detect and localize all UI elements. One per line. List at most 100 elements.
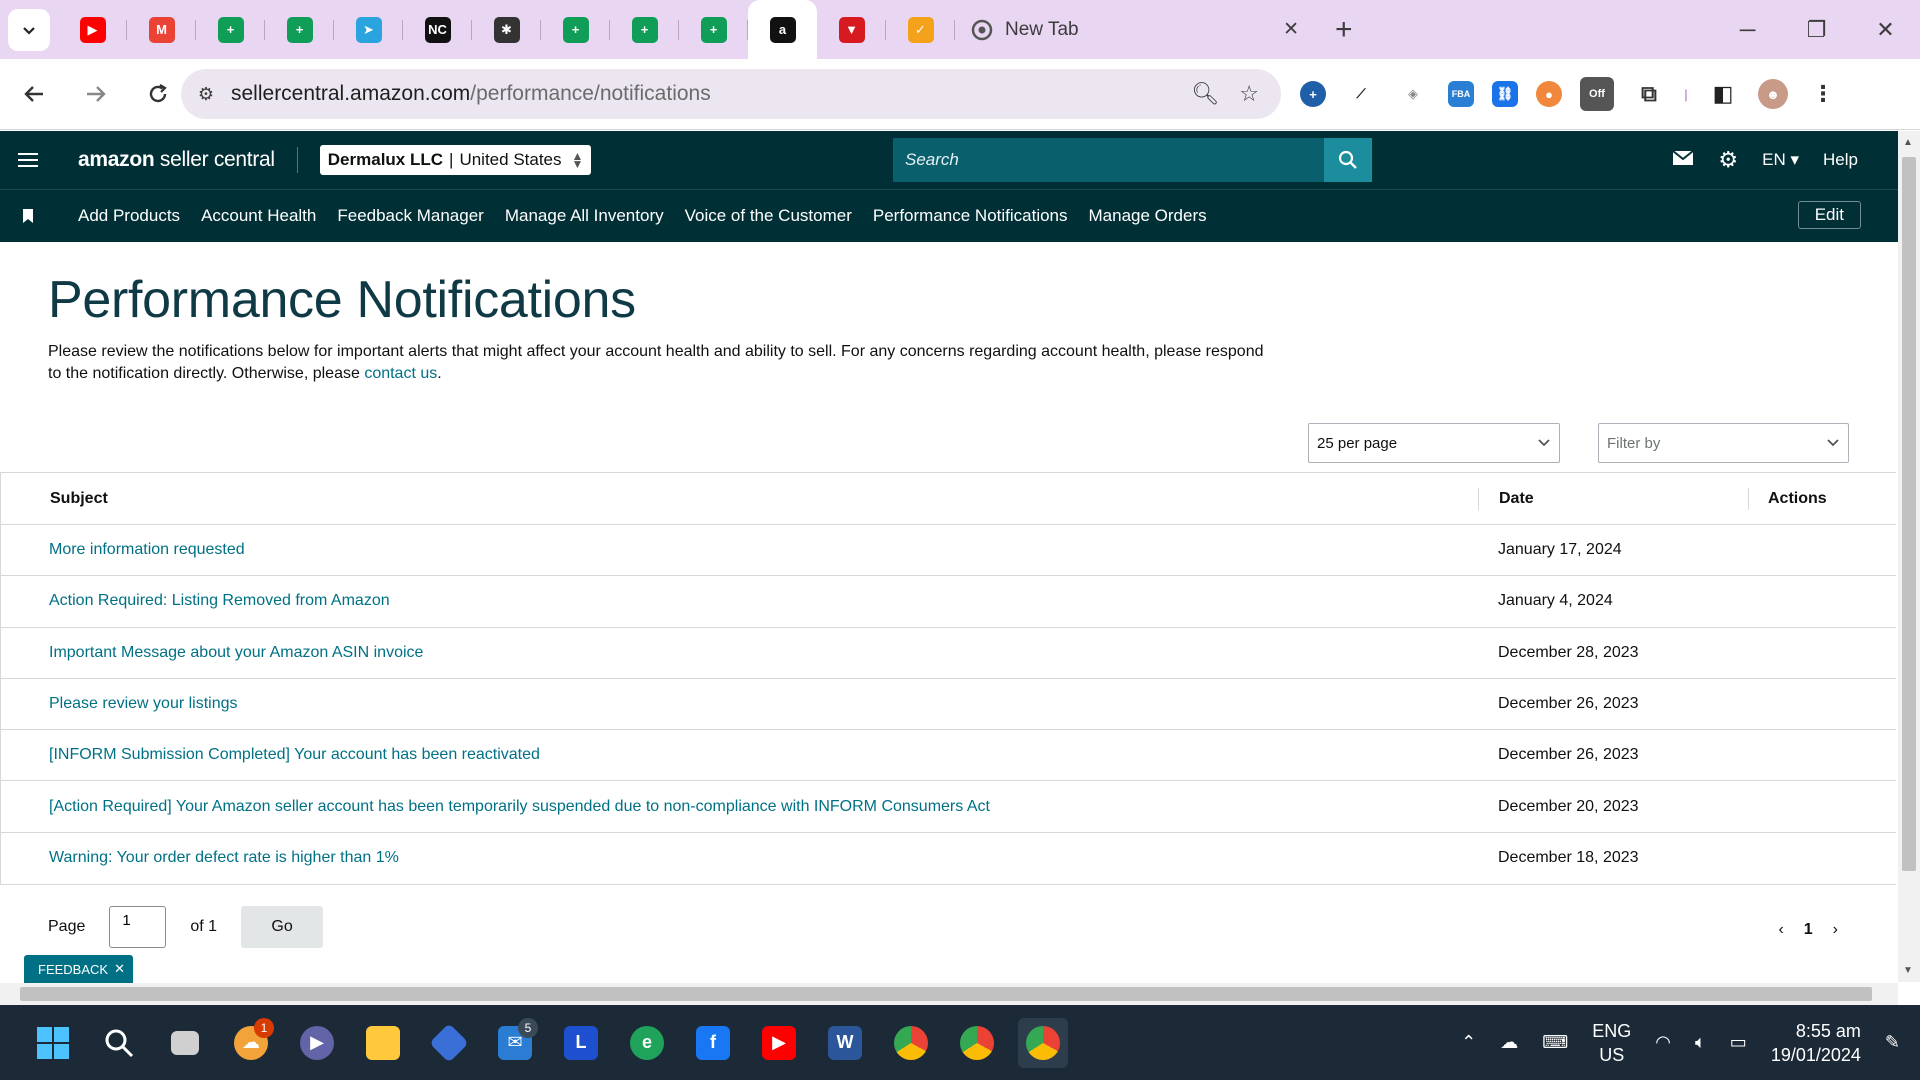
puzzle-icon[interactable]: ⧉ bbox=[1632, 77, 1666, 111]
help-link[interactable]: Help bbox=[1823, 150, 1858, 170]
notification-subject-link[interactable]: More information requested bbox=[49, 541, 245, 559]
next-page-icon[interactable]: › bbox=[1833, 921, 1838, 939]
notification-subject-link[interactable]: Important Message about your Amazon ASIN… bbox=[49, 644, 423, 662]
close-tab-icon[interactable]: ✕ bbox=[1283, 18, 1299, 41]
pinned-tab[interactable]: NC bbox=[403, 0, 472, 59]
taskbar-edge[interactable]: e bbox=[622, 1018, 672, 1068]
extension-fba-icon[interactable]: FBA bbox=[1448, 81, 1474, 107]
notification-subject-link[interactable]: Action Required: Listing Removed from Am… bbox=[49, 592, 390, 610]
show-hidden-icons-icon[interactable]: ⌃ bbox=[1461, 1032, 1476, 1053]
taskbar-facebook[interactable]: f bbox=[688, 1018, 738, 1068]
scroll-down-icon[interactable]: ▼ bbox=[1903, 965, 1913, 976]
side-panel-icon[interactable]: ◧ bbox=[1706, 77, 1740, 111]
hamburger-menu-icon[interactable] bbox=[0, 152, 56, 168]
extension-link-icon[interactable]: ⛓ bbox=[1492, 81, 1518, 107]
pinned-tab[interactable]: ✓ bbox=[886, 0, 955, 59]
notification-subject-link[interactable]: Warning: Your order defect rate is highe… bbox=[49, 849, 399, 867]
page-number-input[interactable] bbox=[109, 906, 167, 948]
taskbar-outlook-weather[interactable]: ☁ 1 bbox=[226, 1017, 276, 1068]
language-indicator[interactable]: ENG US bbox=[1592, 1019, 1631, 1067]
header-date[interactable]: Date bbox=[1499, 490, 1534, 508]
horizontal-scroll-thumb[interactable] bbox=[20, 987, 1872, 1001]
search-button[interactable] bbox=[1324, 138, 1372, 182]
edit-nav-button[interactable]: Edit bbox=[1797, 201, 1861, 229]
contact-us-link[interactable]: contact us bbox=[364, 365, 437, 382]
profile-avatar[interactable]: ☻ bbox=[1758, 79, 1788, 109]
task-view-button[interactable] bbox=[160, 1018, 210, 1068]
reload-button[interactable] bbox=[134, 70, 182, 118]
onedrive-icon[interactable]: ☁ bbox=[1500, 1032, 1518, 1053]
taskbar-l-app[interactable]: L bbox=[556, 1018, 606, 1068]
url-text[interactable]: sellercentral.amazon.com/performance/not… bbox=[231, 82, 1191, 106]
pinned-tab[interactable]: ▶ bbox=[58, 0, 127, 59]
notification-subject-link[interactable]: Please review your listings bbox=[49, 695, 238, 713]
nav-link-add-products[interactable]: Add Products bbox=[78, 206, 180, 226]
pinned-tab[interactable]: + bbox=[610, 0, 679, 59]
close-icon[interactable]: ✕ bbox=[114, 961, 125, 977]
bookmark-icon[interactable] bbox=[0, 209, 56, 223]
extension-orange-icon[interactable]: ● bbox=[1536, 81, 1562, 107]
search-input[interactable] bbox=[893, 138, 1324, 182]
site-info-icon[interactable]: ⚙ bbox=[181, 84, 231, 105]
tab-new-tab[interactable]: New Tab ✕ bbox=[955, 0, 1315, 59]
account-switcher[interactable]: Dermalux LLC | United States ▲ ▼ bbox=[319, 145, 592, 175]
taskbar-chrome[interactable] bbox=[886, 1018, 936, 1068]
tab-search-button[interactable] bbox=[8, 8, 50, 51]
taskbar-file-explorer[interactable] bbox=[358, 1018, 408, 1068]
notifications-icon[interactable]: ✎ bbox=[1885, 1032, 1900, 1053]
scroll-up-icon[interactable]: ▲ bbox=[1903, 137, 1913, 148]
notification-subject-link[interactable]: [INFORM Submission Completed] Your accou… bbox=[49, 746, 540, 764]
nav-link-manage-orders[interactable]: Manage Orders bbox=[1089, 206, 1207, 226]
pinned-tab[interactable]: + bbox=[541, 0, 610, 59]
bookmark-star-icon[interactable]: ☆ bbox=[1239, 81, 1259, 107]
seller-central-logo[interactable]: amazon seller central bbox=[78, 148, 275, 172]
previous-page-icon[interactable]: ‹ bbox=[1778, 921, 1783, 939]
pinned-tab[interactable]: a bbox=[748, 0, 817, 59]
extension-box-icon[interactable]: ◈ bbox=[1396, 77, 1430, 111]
close-window-button[interactable]: ✕ bbox=[1851, 0, 1920, 59]
taskbar-youtube[interactable]: ▶ bbox=[754, 1018, 804, 1068]
settings-gear-icon[interactable]: ⚙ bbox=[1718, 147, 1738, 173]
zoom-icon[interactable]: 🔍︎ bbox=[1191, 81, 1219, 107]
keyboard-icon[interactable]: ⌨ bbox=[1542, 1032, 1568, 1053]
start-button[interactable] bbox=[28, 1018, 78, 1068]
per-page-select[interactable]: 25 per page bbox=[1308, 423, 1560, 463]
volume-icon[interactable]: 🔈︎ bbox=[1695, 1032, 1706, 1053]
nav-link-performance-notifications[interactable]: Performance Notifications bbox=[873, 206, 1068, 226]
taskbar-chrome-active[interactable] bbox=[1018, 1017, 1068, 1068]
language-selector[interactable]: EN ▾ bbox=[1762, 150, 1799, 170]
filter-by-select[interactable]: Filter by bbox=[1598, 423, 1849, 463]
pinned-tab[interactable]: + bbox=[265, 0, 334, 59]
feedback-button[interactable]: FEEDBACK ✕ bbox=[24, 955, 133, 983]
vertical-scrollbar[interactable]: ▲ ▼ bbox=[1898, 131, 1920, 982]
pinned-tab[interactable]: ➤ bbox=[334, 0, 403, 59]
header-subject[interactable]: Subject bbox=[50, 490, 108, 508]
taskbar-search[interactable] bbox=[94, 1018, 144, 1068]
extension-arrow-icon[interactable]: ⟋ bbox=[1344, 77, 1378, 111]
pinned-tab[interactable]: + bbox=[196, 0, 265, 59]
nav-link-account-health[interactable]: Account Health bbox=[201, 206, 316, 226]
notification-subject-link[interactable]: [Action Required] Your Amazon seller acc… bbox=[49, 798, 990, 816]
taskbar-chrome-profile[interactable] bbox=[952, 1018, 1002, 1068]
nav-link-manage-all-inventory[interactable]: Manage All Inventory bbox=[505, 206, 664, 226]
battery-icon[interactable]: ▭ bbox=[1730, 1032, 1747, 1053]
pinned-tab[interactable]: + bbox=[679, 0, 748, 59]
taskbar-word[interactable]: W bbox=[820, 1018, 870, 1068]
forward-button[interactable] bbox=[72, 70, 120, 118]
new-tab-button[interactable]: + bbox=[1335, 13, 1353, 47]
pinned-tab[interactable]: ✱ bbox=[472, 0, 541, 59]
address-bar[interactable]: ⚙ sellercentral.amazon.com/performance/n… bbox=[181, 69, 1281, 119]
go-button[interactable]: Go bbox=[241, 906, 324, 948]
pinned-tab[interactable]: ▼ bbox=[817, 0, 886, 59]
minimize-button[interactable]: ─ bbox=[1713, 0, 1782, 59]
current-page-number[interactable]: 1 bbox=[1804, 921, 1813, 939]
back-button[interactable] bbox=[10, 70, 58, 118]
extension-off-icon[interactable]: Off bbox=[1580, 77, 1614, 111]
clock[interactable]: 8:55 am 19/01/2024 bbox=[1771, 1019, 1861, 1067]
taskbar-teams[interactable]: ▶ bbox=[292, 1018, 342, 1068]
vertical-scroll-thumb[interactable] bbox=[1902, 157, 1916, 871]
wifi-icon[interactable]: ◠ bbox=[1655, 1032, 1671, 1053]
horizontal-scrollbar[interactable] bbox=[0, 983, 1898, 1005]
pinned-tab[interactable]: M bbox=[127, 0, 196, 59]
messages-icon[interactable] bbox=[1672, 149, 1695, 171]
